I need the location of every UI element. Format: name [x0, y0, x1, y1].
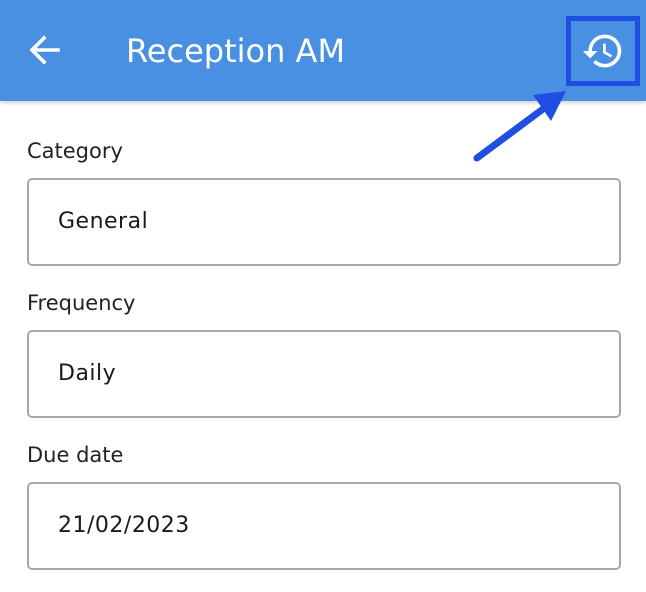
frequency-value: Daily	[58, 361, 117, 386]
app-bar: Reception AM	[0, 0, 646, 101]
category-value: General	[58, 209, 149, 234]
due-date-label: Due date	[27, 443, 124, 467]
back-button[interactable]	[20, 26, 68, 74]
frequency-label: Frequency	[27, 291, 136, 315]
category-field[interactable]: General	[27, 178, 621, 266]
due-date-value: 21/02/2023	[58, 513, 190, 538]
history-icon	[582, 34, 622, 68]
category-label: Category	[27, 139, 123, 163]
history-button[interactable]	[566, 16, 640, 86]
due-date-field[interactable]: 21/02/2023	[27, 482, 621, 570]
arrow-left-icon	[29, 35, 60, 65]
frequency-field[interactable]: Daily	[27, 330, 621, 418]
page-title: Reception AM	[126, 32, 346, 70]
